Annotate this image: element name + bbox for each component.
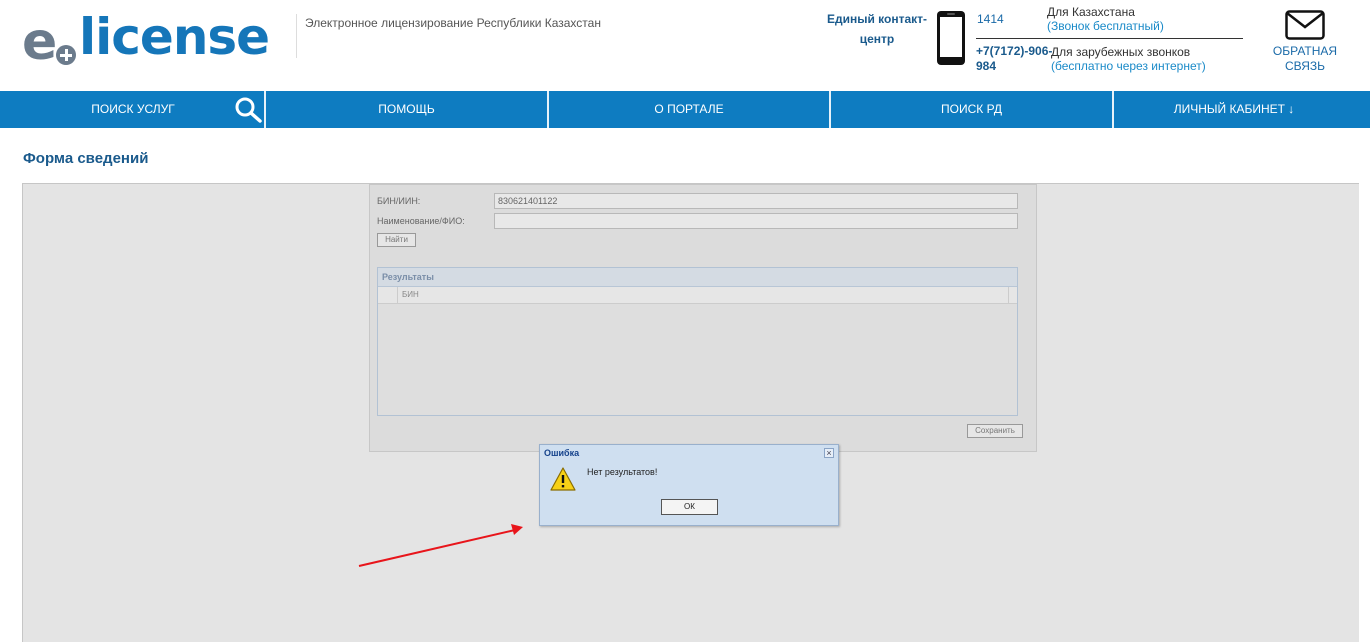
intl-phone-number-text: +7(7172)-906-984 (976, 44, 1053, 73)
nav-item-service-search[interactable]: ПОИСК УСЛУГ (22, 91, 244, 128)
intl-phone-label: Для зарубежных звонков (1051, 45, 1191, 59)
dialog-title: Ошибка (544, 448, 580, 458)
nav-item-help[interactable]: ПОМОЩЬ (266, 91, 547, 128)
site-tagline: Электронное лицензирование Республики Ка… (305, 16, 601, 30)
intl-phone-number[interactable]: +7(7172)-906-984 (976, 44, 1053, 74)
contact-divider (976, 38, 1243, 39)
contact-center-label: Единый контакт-центр (826, 12, 928, 46)
logo-text: license (79, 8, 270, 66)
logo-plus-icon (56, 45, 76, 65)
feedback-label: ОБРАТНАЯ СВЯЗЬ (1272, 44, 1338, 73)
intl-phone-note[interactable]: (бесплатно через интернет) (1051, 59, 1206, 73)
site-header: e license Электронное лицензирование Рес… (0, 0, 1370, 91)
bin-input[interactable]: 830621401122 (494, 193, 1018, 209)
row-number-column (378, 287, 398, 303)
find-button[interactable]: Найти (377, 233, 416, 247)
nav-item-personal-cabinet[interactable]: ЛИЧНЫЙ КАБИНЕТ ↓ (1114, 91, 1354, 128)
error-dialog: Ошибка × Нет результатов! ОК (539, 444, 839, 526)
logo-divider (296, 14, 297, 58)
nav-item-about[interactable]: О ПОРТАЛЕ (549, 91, 829, 128)
results-grid: Результаты БИН (377, 267, 1018, 416)
local-phone-label: Для Казахстана (1047, 5, 1135, 19)
main-nav: ПОИСК УСЛУГ ПОМОЩЬ О ПОРТАЛЕ ПОИСК РД ЛИ… (0, 91, 1370, 128)
warning-icon (550, 467, 576, 491)
scrollbar-gutter (1008, 287, 1017, 303)
name-input[interactable] (494, 213, 1018, 229)
save-button[interactable]: Сохранить (967, 424, 1023, 438)
column-bin[interactable]: БИН (402, 287, 419, 303)
name-label: Наименование/ФИО: (377, 216, 465, 226)
phone-icon (937, 11, 965, 65)
local-phone-number[interactable]: 1414 (977, 12, 1004, 26)
logo-e: e (22, 12, 57, 72)
results-title: Результаты (378, 268, 1017, 287)
close-icon[interactable]: × (824, 448, 834, 458)
nav-item-rd-search[interactable]: ПОИСК РД (831, 91, 1112, 128)
site-logo[interactable]: e license (22, 8, 292, 72)
dialog-message: Нет результатов! (587, 467, 658, 477)
local-phone-note: (Звонок бесплатный) (1047, 19, 1164, 33)
feedback-link[interactable]: ОБРАТНАЯ СВЯЗЬ (1266, 10, 1344, 74)
annotation-arrow (358, 524, 523, 567)
ok-button[interactable]: ОК (661, 499, 718, 515)
bin-label: БИН/ИИН: (377, 196, 421, 206)
search-icon[interactable] (234, 97, 262, 123)
page-title: Форма сведений (23, 150, 149, 167)
results-column-header: БИН (378, 287, 1017, 304)
mail-icon (1285, 10, 1325, 40)
